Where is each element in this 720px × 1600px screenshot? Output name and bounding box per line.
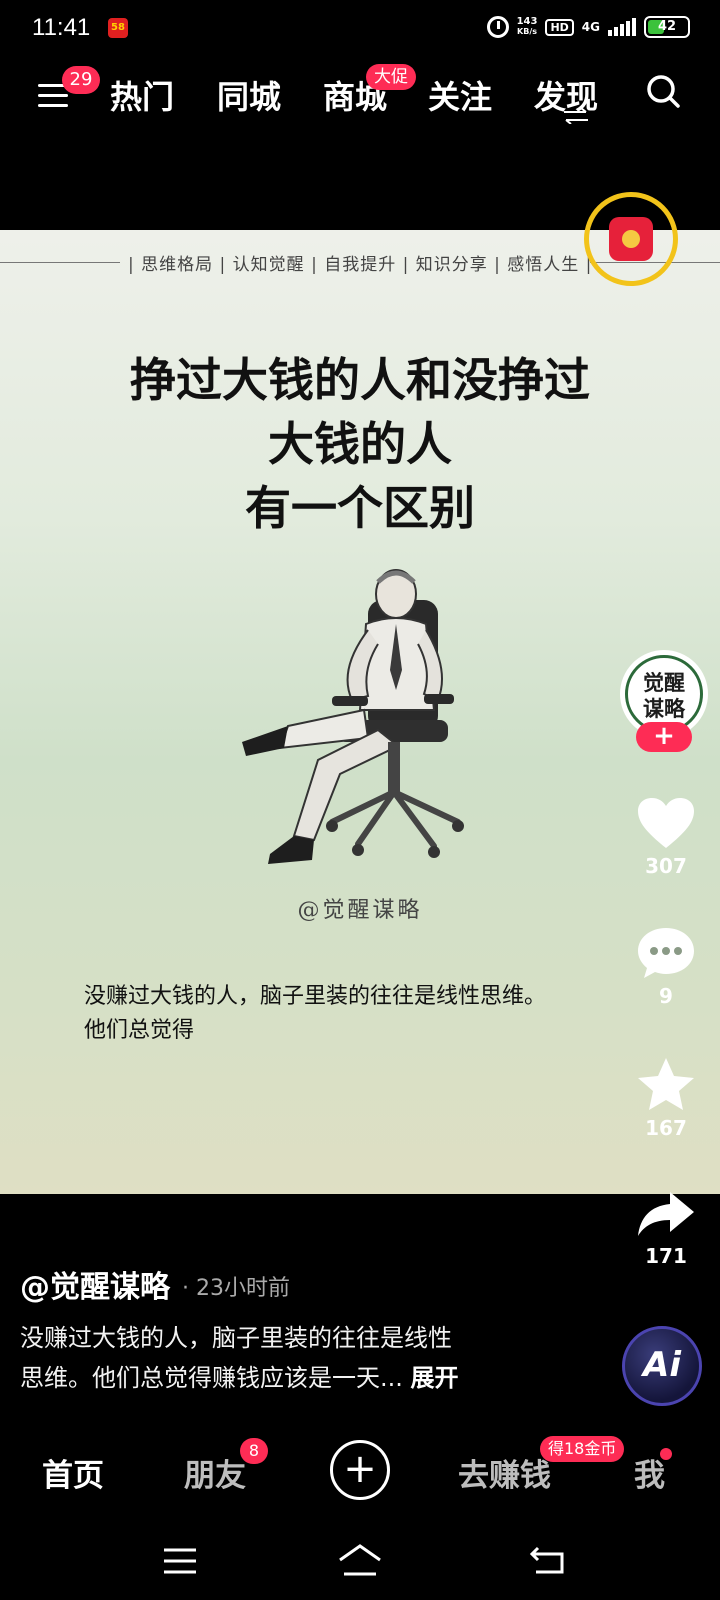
- red-packet-button[interactable]: [584, 192, 678, 286]
- image-tags: | 思维格局 | 认知觉醒 | 自我提升 | 知识分享 | 感悟人生 |: [128, 255, 593, 275]
- favorite-count: 167: [645, 1116, 687, 1140]
- status-time: 11:41: [32, 14, 91, 41]
- like-button[interactable]: 307: [626, 796, 706, 878]
- friends-badge: 8: [240, 1438, 268, 1464]
- net-speed-unit: KB/s: [517, 27, 537, 36]
- tab-hot[interactable]: 热门: [110, 72, 174, 118]
- ai-assistant-button[interactable]: Ai: [622, 1326, 702, 1406]
- alarm-icon: [486, 16, 509, 38]
- menu-badge: 29: [62, 66, 100, 94]
- share-arrow-icon: [638, 1192, 694, 1236]
- share-button[interactable]: 171: [626, 1190, 706, 1268]
- swap-icon[interactable]: [562, 108, 590, 124]
- caption-line-2: 思维。他们总觉得赚钱应该是一天... 展开: [20, 1358, 540, 1398]
- favorite-button[interactable]: 167: [626, 1056, 706, 1140]
- avatar-text: 谋略: [643, 696, 685, 721]
- coin-icon: [622, 230, 640, 248]
- top-nav: 29 热门 同城 商城 大促 关注 发现: [0, 62, 720, 132]
- hd-badge: HD: [545, 18, 574, 36]
- tab-following[interactable]: 关注: [428, 72, 492, 118]
- battery-icon: 42: [644, 16, 690, 38]
- tab-local[interactable]: 同城: [217, 72, 281, 118]
- image-title-line: 有一个区别: [245, 481, 475, 535]
- create-button[interactable]: +: [330, 1440, 390, 1500]
- image-title: 挣过大钱的人和没挣过 大钱的人 有一个区别: [0, 348, 720, 540]
- follow-button[interactable]: +: [636, 722, 692, 752]
- post-time: · 23小时前: [182, 1276, 290, 1301]
- share-count: 171: [645, 1244, 687, 1268]
- author-name[interactable]: @觉醒谋略: [20, 1262, 170, 1306]
- net-speed: 143 KB/s: [517, 17, 538, 37]
- app-58-notification-icon: 58: [108, 18, 128, 38]
- heart-icon: [638, 798, 694, 848]
- comment-icon: [638, 928, 694, 978]
- status-bar: 11:41 58 143 KB/s HD 4G 42: [0, 0, 720, 56]
- comment-count: 9: [659, 984, 673, 1008]
- earn-coins-badge: 得18金币: [540, 1436, 625, 1462]
- caption-line: 思维。他们总觉得赚钱应该是一天...: [20, 1364, 403, 1392]
- post-caption[interactable]: 没赚过大钱的人，脑子里装的往往是线性 思维。他们总觉得赚钱应该是一天... 展开: [20, 1318, 540, 1398]
- battery-percent: 42: [657, 19, 677, 34]
- net-speed-value: 143: [516, 16, 538, 27]
- post-image[interactable]: | 思维格局 | 认知觉醒 | 自我提升 | 知识分享 | 感悟人生 | 挣过大…: [0, 230, 720, 1194]
- image-body-line: 没赚过大钱的人，脑子里装的往往是线性思维。: [84, 984, 547, 1009]
- system-nav-bar: [0, 1530, 720, 1600]
- back-icon[interactable]: [528, 1544, 568, 1576]
- notification-dot: [660, 1448, 672, 1460]
- star-icon: [638, 1058, 694, 1110]
- caption-line: 没赚过大钱的人，脑子里装的往往是线性: [20, 1324, 452, 1352]
- bottom-tab-bar: 首页 朋友 8 + 去赚钱 得18金币 我: [0, 1426, 720, 1522]
- status-right: 143 KB/s HD 4G 42: [486, 16, 690, 38]
- network-type: 4G: [581, 20, 600, 34]
- divider-line: [0, 262, 120, 263]
- image-body-text: 没赚过大钱的人，脑子里装的往往是线性思维。 他们总觉得: [84, 980, 546, 1048]
- image-title-line: 大钱的人: [268, 417, 452, 471]
- comment-button[interactable]: 9: [626, 926, 706, 1008]
- search-icon[interactable]: [646, 74, 680, 108]
- tab-friends[interactable]: 朋友: [184, 1450, 246, 1495]
- image-body-line: 他们总觉得: [84, 1018, 195, 1043]
- expand-link[interactable]: 展开: [411, 1364, 459, 1392]
- mall-promo-badge: 大促: [366, 64, 416, 90]
- home-icon[interactable]: [336, 1542, 384, 1578]
- tab-earn[interactable]: 去赚钱: [458, 1450, 551, 1495]
- businessman-sketch-illustration: [242, 569, 464, 864]
- like-count: 307: [645, 854, 687, 878]
- image-credit: @觉醒谋略: [297, 898, 423, 923]
- avatar-text: 觉醒: [643, 670, 685, 695]
- recent-apps-icon[interactable]: [162, 1546, 198, 1576]
- signal-icon: [608, 18, 636, 36]
- image-title-line: 挣过大钱的人和没挣过: [130, 353, 590, 407]
- tab-home[interactable]: 首页: [42, 1450, 104, 1495]
